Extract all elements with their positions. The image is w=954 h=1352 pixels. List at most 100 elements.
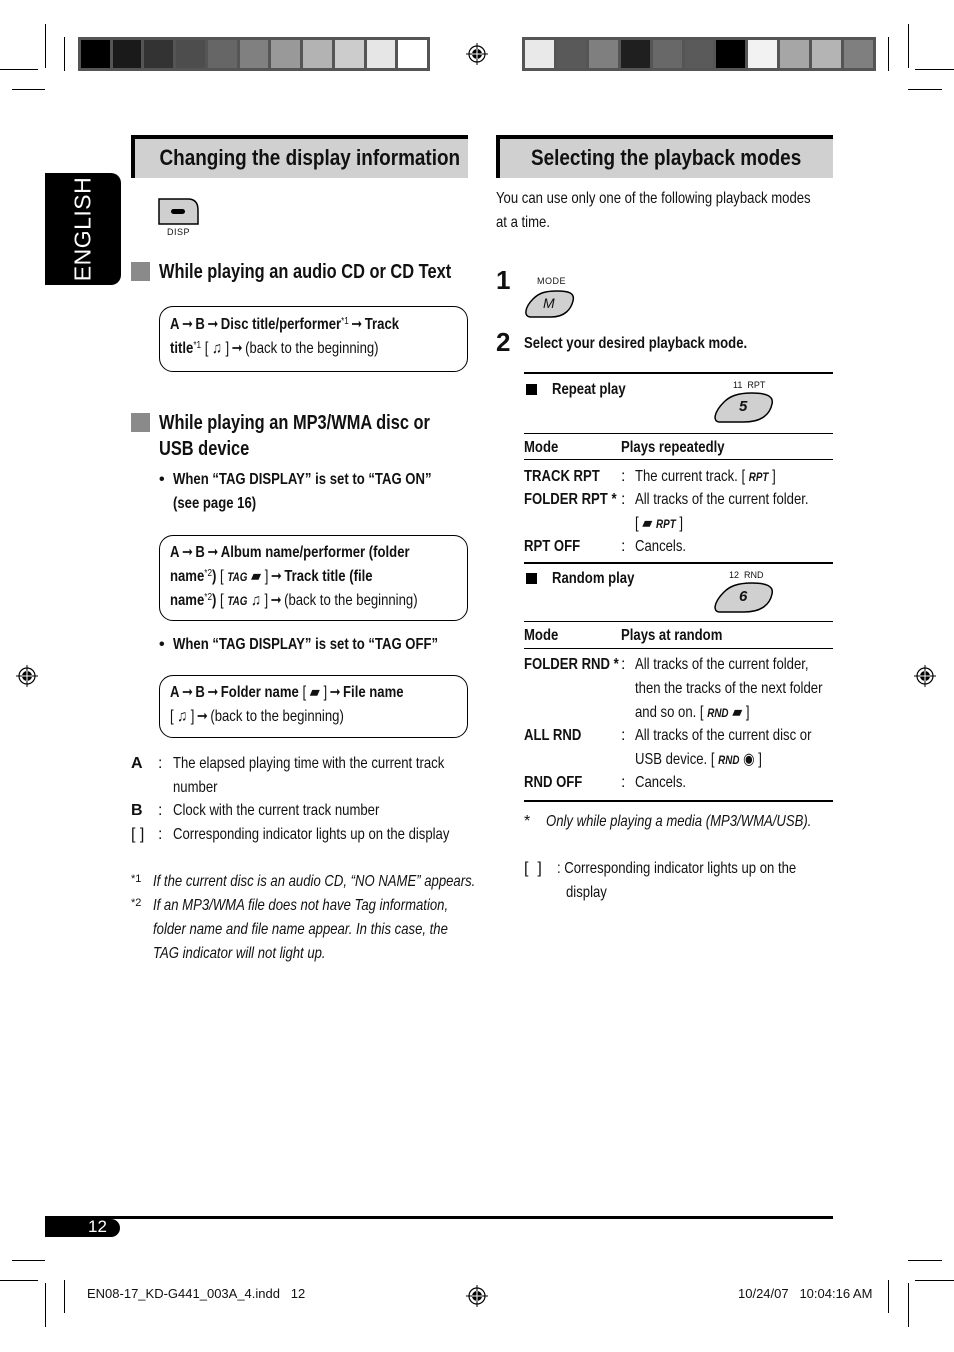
mode-button-label: MODE bbox=[537, 276, 566, 286]
random-button-key: 6 bbox=[739, 588, 748, 605]
registration-mark-icon bbox=[466, 43, 488, 65]
color-swatch bbox=[176, 40, 205, 68]
crop-mark bbox=[908, 1283, 909, 1327]
crop-mark bbox=[64, 37, 65, 71]
color-swatch bbox=[684, 40, 714, 68]
color-swatch bbox=[812, 40, 842, 68]
random-row-desc: All tracks of the current folder, then th… bbox=[635, 656, 823, 721]
color-swatch bbox=[334, 40, 364, 68]
table-rule bbox=[524, 372, 833, 374]
crop-mark bbox=[915, 1280, 954, 1281]
color-swatch bbox=[144, 40, 174, 68]
crop-mark bbox=[45, 24, 46, 68]
footnote-1: *1 If the current disc is an audio CD, “… bbox=[131, 873, 476, 890]
repeat-play-heading: Repeat play bbox=[552, 381, 626, 398]
random-button-label: 12 RND bbox=[729, 570, 764, 580]
color-swatch bbox=[207, 40, 237, 68]
footnote-asterisk: * Only while playing a media (MP3/WMA/US… bbox=[524, 813, 812, 830]
tag-on-display-flow: A ➞ B ➞ Album name/performer (folder name*2)… bbox=[159, 535, 468, 621]
folder-icon: ▰ bbox=[251, 568, 262, 585]
color-swatch bbox=[556, 40, 586, 68]
disp-button: DISP bbox=[158, 198, 200, 238]
random-col-desc: Plays at random bbox=[621, 627, 723, 644]
color-swatch bbox=[112, 40, 142, 68]
music-note-icon: ♫ bbox=[212, 340, 222, 357]
disc-icon: ◉ bbox=[743, 751, 755, 768]
bullet-tag-off: • When “TAG DISPLAY” is set to “TAG OFF” bbox=[159, 636, 439, 653]
random-row-colon: : bbox=[621, 656, 626, 673]
step-2-number: 2 bbox=[496, 327, 511, 357]
crop-mark bbox=[45, 1283, 46, 1327]
language-tab-label: ENGLISH bbox=[69, 176, 96, 282]
color-swatch bbox=[525, 40, 554, 68]
bracket-legend: [ ] : Corresponding indicator lights up … bbox=[524, 860, 797, 901]
registration-mark-icon bbox=[466, 1285, 488, 1307]
random-row-desc: Cancels. bbox=[635, 774, 687, 791]
color-swatch bbox=[652, 40, 682, 68]
legend-item-a: A : The elapsed playing time with the cu… bbox=[131, 755, 445, 796]
subheading-mp3-wma: While playing an MP3/WMA disc or USB devi… bbox=[131, 410, 471, 466]
music-note-icon: ♫ bbox=[251, 592, 261, 609]
random-row-mode: ALL RND bbox=[524, 727, 582, 744]
color-swatch bbox=[303, 40, 332, 68]
repeat-col-mode: Mode bbox=[524, 439, 559, 456]
subheading-audio-cd: While playing an audio CD or CD Text bbox=[131, 259, 471, 287]
crop-mark bbox=[908, 24, 909, 68]
random-row-desc: All tracks of the current disc or USB dev… bbox=[635, 727, 812, 768]
cd-display-flow: A ➞ B ➞ Disc title/performer*1 ➞ Track title*1… bbox=[159, 306, 468, 372]
language-tab: ENGLISH bbox=[45, 173, 121, 285]
footer-rule bbox=[45, 1216, 833, 1219]
step-1-number: 1 bbox=[496, 265, 511, 295]
repeat-row-desc: Cancels. bbox=[635, 538, 687, 555]
crop-mark bbox=[888, 37, 889, 71]
crop-mark bbox=[908, 1260, 942, 1261]
repeat-row-mode: FOLDER RPT * bbox=[524, 491, 617, 508]
repeat-row-colon: : bbox=[621, 538, 626, 555]
crop-mark bbox=[888, 1280, 889, 1313]
color-swatch bbox=[844, 40, 873, 68]
crop-mark bbox=[0, 69, 38, 70]
intro-text: You can use only one of the following pl… bbox=[496, 190, 811, 231]
random-square-icon bbox=[526, 573, 537, 584]
color-swatch bbox=[239, 40, 269, 68]
folder-icon: ▰ bbox=[309, 684, 320, 701]
color-swatch bbox=[780, 40, 810, 68]
disp-button-icon bbox=[158, 198, 199, 225]
registration-mark-icon bbox=[914, 665, 936, 687]
crop-mark bbox=[915, 69, 954, 70]
bullet-tag-on: • When “TAG DISPLAY” is set to “TAG ON”(… bbox=[159, 471, 432, 512]
crop-mark bbox=[64, 1280, 65, 1313]
crop-mark bbox=[0, 1280, 38, 1281]
color-swatch bbox=[716, 40, 746, 68]
print-timestamp: 10/24/07 10:04:16 AM bbox=[738, 1286, 873, 1301]
section-title-display-info: Changing the display information bbox=[131, 135, 468, 178]
mode-button-key: M bbox=[543, 295, 555, 311]
legend-item-brackets: [ ] : Corresponding indicator lights up … bbox=[131, 826, 450, 843]
random-row-colon: : bbox=[621, 727, 626, 744]
page-number-tab: 12 bbox=[45, 1217, 120, 1237]
random-row-colon: : bbox=[621, 774, 626, 791]
step-2-text: Select your desired playback mode. bbox=[524, 335, 748, 352]
color-swatch bbox=[366, 40, 396, 68]
table-rule bbox=[524, 800, 833, 802]
repeat-row-colon: : bbox=[621, 468, 626, 485]
table-rule bbox=[524, 459, 833, 460]
color-swatch bbox=[398, 40, 428, 68]
crop-mark bbox=[908, 89, 942, 90]
table-rule bbox=[524, 433, 833, 434]
color-swatch bbox=[271, 40, 301, 68]
table-rule bbox=[524, 648, 833, 649]
repeat-square-icon bbox=[526, 384, 537, 395]
crop-mark bbox=[12, 1260, 45, 1261]
color-swatch bbox=[81, 40, 110, 68]
random-play-heading: Random play bbox=[552, 570, 635, 587]
repeat-col-desc: Plays repeatedly bbox=[621, 439, 725, 456]
table-rule bbox=[524, 621, 833, 622]
disp-button-label: DISP bbox=[167, 227, 191, 237]
registration-mark-icon bbox=[16, 665, 38, 687]
folder-icon: ▰ bbox=[642, 515, 653, 532]
random-row-mode: RND OFF bbox=[524, 774, 583, 791]
tag-off-display-flow: A ➞ B ➞ Folder name [ ▰ ] ➞ File name [ ♫ ] ➞ (b… bbox=[159, 675, 468, 738]
color-calibration-bar-right bbox=[522, 37, 876, 71]
section-title-playback-modes: Selecting the playback modes bbox=[496, 135, 833, 178]
